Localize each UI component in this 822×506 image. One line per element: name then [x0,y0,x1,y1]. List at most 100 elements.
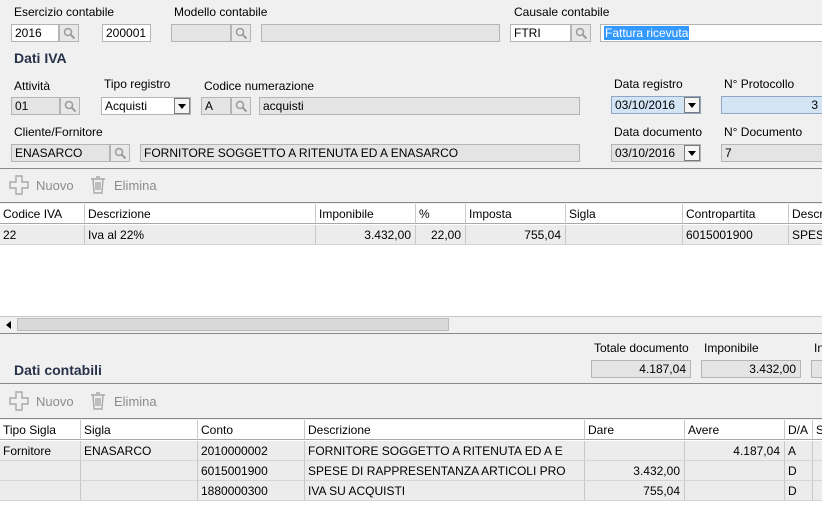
column-header[interactable]: Descrizione [305,420,585,440]
protocollo-field[interactable]: 3 [721,96,822,114]
modello-lookup-button[interactable] [231,24,251,42]
elimina-button[interactable]: Elimina [88,391,157,411]
elimina-button[interactable]: Elimina [88,175,157,195]
column-header[interactable]: Imponibile [316,204,416,224]
tipo-registro-label: Tipo registro [104,77,171,91]
table-cell [685,481,785,501]
codice-numerazione-desc-field[interactable]: acquisti [259,97,580,115]
table-cell: 2010000002 [198,441,305,461]
table-cell: 755,04 [466,225,566,245]
chevron-down-icon [178,103,186,109]
data-documento-value: 03/10/2016 [615,146,676,160]
table-cell [0,461,81,481]
contabili-table[interactable]: Tipo Sigla Sigla Conto Descrizione Dare … [0,420,822,506]
column-header[interactable]: Avere [685,420,785,440]
modello-desc-field[interactable] [261,24,500,42]
attivita-label: Attività [14,79,51,93]
cliente-label: Cliente/Fornitore [14,125,103,139]
table-cell: FORNITORE SOGGETTO A RITENUTA ED A E [305,441,585,461]
table-cell: 755,04 [585,481,685,501]
table-cell: D [785,481,813,501]
search-icon [235,100,247,112]
causale-desc-field[interactable]: Fattura ricevuta [600,24,822,42]
table-header: Codice IVA Descrizione Imponibile % Impo… [0,204,822,224]
totale-documento-label: Totale documento [594,341,689,355]
trash-icon [91,392,105,410]
scroll-left-icon[interactable] [0,317,16,333]
esercizio-code-field[interactable]: 200001 [102,24,151,42]
cliente-lookup-button[interactable] [110,144,130,162]
table-cell [813,441,822,461]
table-cell [0,481,81,501]
table-row[interactable]: 1880000300 IVA SU ACQUISTI 755,04 D [0,481,822,501]
table-cell: 6015001900 [683,225,789,245]
trash-icon [91,176,105,194]
iva-table[interactable]: Codice IVA Descrizione Imponibile % Impo… [0,204,822,316]
table-row[interactable]: 22 Iva al 22% 3.432,00 22,00 755,04 6015… [0,225,822,245]
column-header[interactable]: Descr [789,204,822,224]
esercizio-year-field[interactable]: 2016 [11,24,59,42]
search-icon [575,27,587,39]
table-cell [813,461,822,481]
numero-documento-field[interactable]: 7 [721,144,822,162]
elimina-label: Elimina [114,393,157,409]
scrollbar-thumb[interactable] [17,318,449,331]
table-cell [566,225,683,245]
table-cell [685,461,785,481]
codice-numerazione-lookup-button[interactable] [231,97,251,115]
modello-code-field[interactable] [171,24,231,42]
cliente-desc-field[interactable]: FORNITORE SOGGETTO A RITENUTA ED A ENASA… [140,144,580,162]
table-cell [813,481,822,501]
causale-label: Causale contabile [514,5,610,19]
table-cell: SPESE DI RAPPRESENTANZA ARTICOLI PRO [305,461,585,481]
column-header[interactable]: Sigla [81,420,198,440]
data-documento-label: Data documento [614,125,703,139]
imposta-field [811,360,822,378]
table-cell: 22,00 [416,225,466,245]
column-header[interactable]: Contropartita [683,204,789,224]
numero-documento-label: N° Documento [724,125,803,139]
table-cell: 4.187,04 [685,441,785,461]
table-cell [585,441,685,461]
column-header[interactable]: Tipo Sigla [0,420,81,440]
column-header[interactable]: S [813,420,822,440]
nuovo-label: Nuovo [36,177,74,193]
codice-numerazione-code-field[interactable]: A [201,97,231,115]
cliente-code-field[interactable]: ENASARCO [11,144,110,162]
column-header[interactable]: Codice IVA [0,204,85,224]
table-cell: 3.432,00 [585,461,685,481]
esercizio-lookup-button[interactable] [59,24,79,42]
nuovo-button[interactable]: Nuovo [8,391,74,411]
table-cell [81,481,198,501]
divider [0,202,822,203]
column-header[interactable]: Sigla [566,204,683,224]
tipo-registro-dropdown-button[interactable] [174,98,190,114]
column-header[interactable]: Imposta [466,204,566,224]
dati-iva-title: Dati IVA [14,50,67,66]
column-header[interactable]: % [416,204,466,224]
column-header[interactable]: Dare [585,420,685,440]
table-row[interactable]: 6015001900 SPESE DI RAPPRESENTANZA ARTIC… [0,461,822,481]
column-header[interactable]: D/A [785,420,813,440]
search-icon [64,100,76,112]
data-documento-dropdown-button[interactable] [684,145,700,161]
column-header[interactable]: Conto [198,420,305,440]
table-row[interactable]: Fornitore ENASARCO 2010000002 FORNITORE … [0,441,822,461]
causale-code-field[interactable]: FTRI [510,24,571,42]
horizontal-scrollbar[interactable] [0,316,822,333]
divider [0,418,822,419]
column-header[interactable]: Descrizione [85,204,316,224]
modello-label: Modello contabile [174,5,268,19]
table-cell [81,461,198,481]
data-registro-dropdown-button[interactable] [684,97,700,113]
search-icon [235,27,247,39]
chevron-down-icon [688,150,696,156]
esercizio-label: Esercizio contabile [14,5,115,19]
divider [0,333,822,334]
imponibile-field: 3.432,00 [701,360,801,378]
imposta-label: In [814,341,822,355]
attivita-lookup-button[interactable] [60,97,80,115]
causale-lookup-button[interactable] [571,24,591,42]
nuovo-button[interactable]: Nuovo [8,175,74,195]
attivita-field[interactable]: 01 [11,97,60,115]
